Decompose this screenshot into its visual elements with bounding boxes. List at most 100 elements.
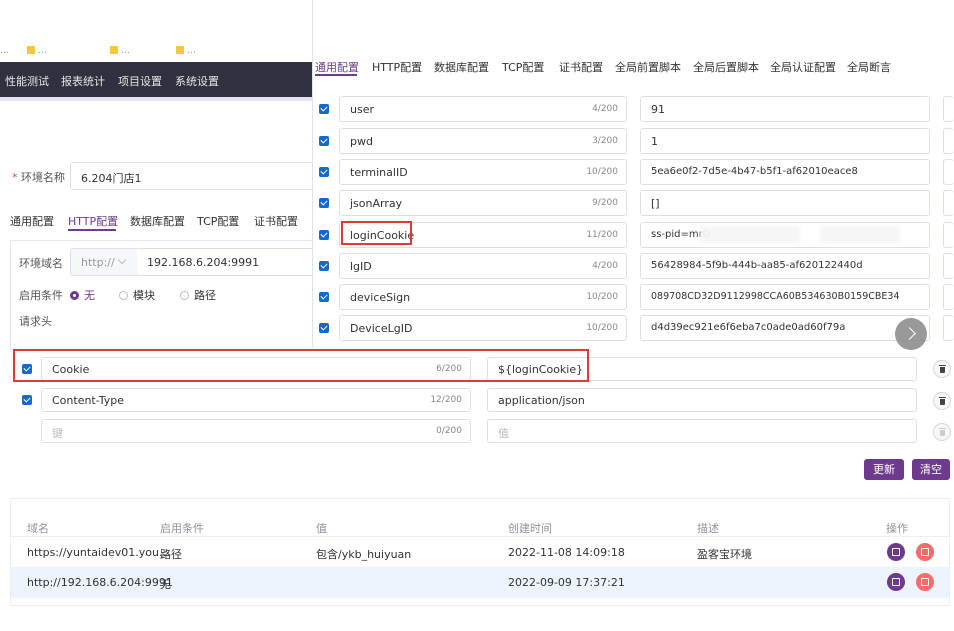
var-value-input[interactable]: 5ea6e0f2-7d5e-4b47-b5f1-af62010eace8 bbox=[640, 159, 930, 185]
radio-icon bbox=[180, 291, 189, 300]
headers-label: 请求头 bbox=[19, 315, 52, 328]
var-extra-input[interactable] bbox=[943, 284, 954, 310]
tab-active-underline bbox=[315, 74, 357, 76]
radio-selected-icon bbox=[70, 291, 79, 300]
tab-general[interactable]: 通用配置 bbox=[10, 213, 54, 229]
var-name-input[interactable]: jsonArray 9/200 bbox=[339, 190, 627, 216]
protocol-select[interactable]: http:// bbox=[70, 248, 138, 276]
var-extra-input[interactable] bbox=[943, 128, 954, 154]
folder-icon bbox=[27, 46, 35, 54]
tab-database[interactable]: 数据库配置 bbox=[130, 213, 185, 229]
ov-tab-tcp[interactable]: TCP配置 bbox=[502, 59, 544, 75]
divider bbox=[0, 97, 312, 101]
env-name-label: * 环境名称 bbox=[12, 171, 65, 184]
bookmark-item[interactable]: … bbox=[110, 46, 168, 58]
var-extra-input[interactable] bbox=[943, 253, 954, 279]
ov-tab-general[interactable]: 通用配置 bbox=[315, 59, 359, 75]
var-name-input[interactable]: DeviceLgID 10/200 bbox=[339, 315, 627, 341]
var-checkbox[interactable] bbox=[319, 230, 329, 240]
condition-module-radio[interactable]: 模块 bbox=[119, 287, 155, 303]
nav-reports[interactable]: 报表统计 bbox=[61, 73, 105, 89]
ov-tab-assertion[interactable]: 全局断言 bbox=[847, 59, 891, 75]
var-checkbox[interactable] bbox=[319, 104, 329, 114]
cell-domain: https://yuntaidev01.you… bbox=[27, 546, 170, 559]
host-input[interactable]: 192.168.6.204:9991 bbox=[137, 248, 320, 276]
header-row-checkbox[interactable] bbox=[22, 395, 32, 405]
ov-tab-auth[interactable]: 全局认证配置 bbox=[770, 59, 836, 75]
var-checkbox[interactable] bbox=[319, 292, 329, 302]
var-extra-input[interactable] bbox=[943, 96, 954, 122]
var-checkbox[interactable] bbox=[319, 136, 329, 146]
ov-tab-post-script[interactable]: 全局后置脚本 bbox=[693, 59, 759, 75]
var-name-input[interactable]: terminalID 10/200 bbox=[339, 159, 627, 185]
cell-condition: 路径 bbox=[160, 548, 182, 561]
chevron-down-icon bbox=[117, 255, 127, 265]
highlight-box bbox=[13, 349, 589, 382]
copy-icon bbox=[892, 578, 900, 586]
header-value-input[interactable]: application/json bbox=[487, 388, 917, 412]
chevron-right-icon[interactable] bbox=[895, 318, 927, 350]
tab-active-underline bbox=[68, 229, 116, 231]
var-name-input[interactable]: pwd 3/200 bbox=[339, 128, 627, 154]
nav-project-settings[interactable]: 项目设置 bbox=[118, 73, 162, 89]
var-extra-input[interactable] bbox=[943, 159, 954, 185]
var-extra-input[interactable] bbox=[943, 190, 954, 216]
var-name-input[interactable]: deviceSign 10/200 bbox=[339, 284, 627, 310]
var-name-input[interactable]: user 4/200 bbox=[339, 96, 627, 122]
redacted-area bbox=[700, 226, 800, 244]
domain-label: 环境域名 bbox=[19, 257, 63, 270]
ov-tab-database[interactable]: 数据库配置 bbox=[434, 59, 489, 75]
nav-system-settings[interactable]: 系统设置 bbox=[175, 73, 219, 89]
var-checkbox[interactable] bbox=[319, 167, 329, 177]
tab-certificate[interactable]: 证书配置 bbox=[254, 213, 298, 229]
var-value-input[interactable]: 1 bbox=[640, 128, 930, 154]
var-checkbox[interactable] bbox=[319, 323, 329, 333]
delete-button[interactable] bbox=[916, 543, 934, 561]
highlight-box bbox=[341, 221, 412, 245]
radio-icon bbox=[119, 291, 128, 300]
redacted-area bbox=[820, 226, 900, 244]
var-checkbox[interactable] bbox=[319, 261, 329, 271]
condition-none-radio[interactable]: 无 bbox=[70, 287, 95, 303]
folder-icon bbox=[110, 46, 118, 54]
trash-icon bbox=[921, 548, 929, 556]
bookmark-item[interactable]: … bbox=[27, 46, 105, 58]
clear-button[interactable]: 清空 bbox=[912, 459, 950, 480]
var-extra-input[interactable] bbox=[943, 315, 954, 341]
cell-created: 2022-11-08 14:09:18 bbox=[508, 546, 625, 559]
var-value-input[interactable]: d4d39ec921e6f6eba7c0ade0ad60f79a bbox=[640, 315, 930, 341]
delete-icon[interactable] bbox=[933, 392, 951, 410]
ov-tab-certificate[interactable]: 证书配置 bbox=[559, 59, 603, 75]
ov-tab-pre-script[interactable]: 全局前置脚本 bbox=[615, 59, 681, 75]
column-header: 创建时间 bbox=[508, 522, 552, 535]
var-value-input[interactable]: 91 bbox=[640, 96, 930, 122]
nav-performance[interactable]: 性能测试 bbox=[5, 73, 49, 89]
ov-tab-http[interactable]: HTTP配置 bbox=[372, 59, 422, 75]
header-value-input[interactable]: 值 bbox=[487, 419, 917, 443]
tab-tcp[interactable]: TCP配置 bbox=[197, 213, 239, 229]
delete-button[interactable] bbox=[916, 573, 934, 591]
copy-button[interactable] bbox=[887, 543, 905, 561]
table-row[interactable]: http://192.168.6.204:9991 无 2022-09-09 1… bbox=[11, 567, 949, 598]
tab-http[interactable]: HTTP配置 bbox=[68, 213, 118, 229]
cell-condition: 无 bbox=[160, 578, 171, 591]
env-name-input[interactable]: 6.204门店1 bbox=[70, 162, 320, 190]
header-key-input[interactable]: 键 0/200 bbox=[41, 419, 471, 443]
cell-value: 包含/ykb_huiyuan bbox=[316, 548, 412, 561]
bookmark-item[interactable]: … bbox=[176, 46, 246, 58]
delete-icon[interactable] bbox=[933, 360, 951, 378]
bookmark-item[interactable]: … bbox=[0, 46, 22, 58]
copy-button[interactable] bbox=[887, 573, 905, 591]
var-value-input[interactable]: 089708CD32D9112998CCA60B534630B0159CBE34 bbox=[640, 284, 930, 310]
cell-description: 盈客宝环境 bbox=[697, 548, 752, 561]
var-name-input[interactable]: lgID 4/200 bbox=[339, 253, 627, 279]
header-key-input[interactable]: Content-Type 12/200 bbox=[41, 388, 471, 412]
var-checkbox[interactable] bbox=[319, 198, 329, 208]
var-value-input[interactable]: 56428984-5f9b-444b-aa85-af620122440d bbox=[640, 253, 930, 279]
var-value-input[interactable]: [] bbox=[640, 190, 930, 216]
table-row[interactable]: https://yuntaidev01.you… 路径 包含/ykb_huiyu… bbox=[11, 537, 949, 567]
top-nav: 性能测试 报表统计 项目设置 系统设置 bbox=[0, 62, 312, 97]
var-extra-input[interactable] bbox=[943, 222, 954, 248]
update-button[interactable]: 更新 bbox=[864, 459, 904, 480]
condition-path-radio[interactable]: 路径 bbox=[180, 287, 216, 303]
